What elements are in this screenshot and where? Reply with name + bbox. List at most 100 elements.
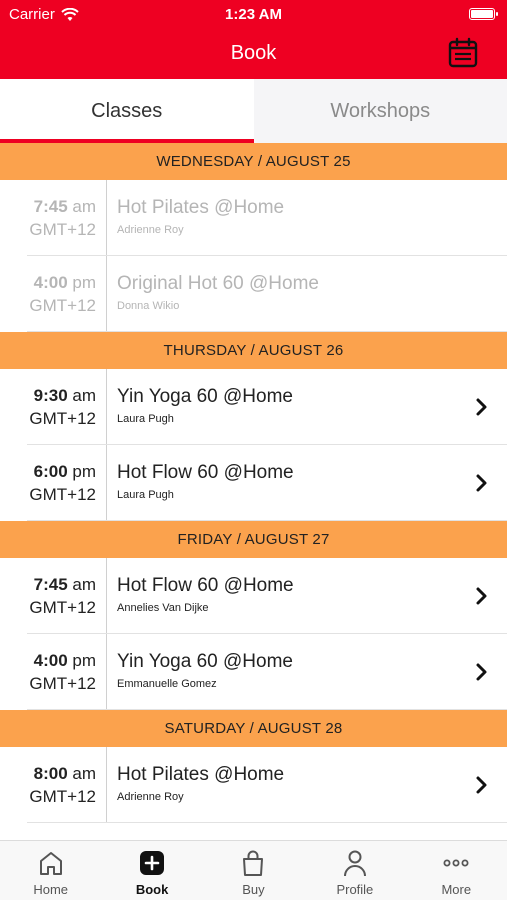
day-header: FRIDAY / AUGUST 27: [0, 521, 507, 558]
class-time-ampm: am: [67, 197, 96, 216]
class-teacher: Adrienne Roy: [117, 224, 184, 236]
class-time: 7:45 am: [0, 196, 96, 218]
class-time-ampm: am: [67, 386, 96, 405]
class-time-column: 6:00 pm GMT+12: [0, 445, 107, 521]
class-teacher: Laura Pugh: [117, 413, 174, 425]
class-timezone: GMT+12: [29, 296, 96, 315]
class-time-ampm: pm: [67, 651, 96, 670]
tabbar-book-label: Book: [135, 882, 169, 897]
class-time: 7:45 am: [0, 574, 96, 596]
chevron-right-icon[interactable]: [475, 473, 489, 493]
chevron-right-icon[interactable]: [475, 662, 489, 682]
plus-square-icon: [140, 851, 165, 875]
class-timezone: GMT+12: [29, 674, 96, 693]
class-time: 9:30 am: [0, 385, 96, 407]
shopping-bag-icon: [243, 850, 264, 876]
class-schedule-list[interactable]: WEDNESDAY / AUGUST 25 7:45 am GMT+12 Hot Pi…: [0, 143, 507, 840]
class-time-value: 9:30: [33, 386, 68, 405]
class-time-ampm: am: [67, 764, 96, 783]
class-row[interactable]: 4:00 pm GMT+12 Yin Yoga 60 @Home Emmanuelle…: [0, 634, 507, 710]
class-time-value: 7:45: [33, 575, 68, 594]
class-name: Original Hot 60 @Home: [117, 273, 319, 294]
tabbar-buy[interactable]: Buy: [203, 841, 304, 900]
class-name: Hot Pilates @Home: [117, 197, 285, 218]
class-teacher: Laura Pugh: [117, 489, 174, 501]
class-teacher: Emmanuelle Gomez: [117, 678, 217, 690]
class-time-value: 8:00: [33, 764, 68, 783]
battery-icon: [469, 8, 498, 20]
row-divider: [27, 709, 507, 710]
class-info: Original Hot 60 @Home Donna Wikio: [117, 272, 319, 315]
tabbar-profile[interactable]: Profile: [304, 841, 405, 900]
class-time-ampm: pm: [67, 462, 96, 481]
class-info: Hot Flow 60 @Home Annelies Van Dijke: [117, 574, 294, 617]
class-time-column: 7:45 am GMT+12: [0, 180, 107, 256]
class-teacher: Adrienne Roy: [117, 791, 184, 803]
class-time-column: 4:00 pm GMT+12: [0, 256, 107, 332]
class-row[interactable]: 7:45 am GMT+12 Hot Flow 60 @Home Annelies V…: [0, 558, 507, 634]
person-icon: [343, 850, 366, 877]
row-divider: [27, 822, 507, 823]
status-time: 1:23 AM: [225, 6, 282, 23]
class-name: Hot Flow 60 @Home: [117, 462, 294, 483]
class-name: Hot Pilates @Home: [117, 764, 285, 785]
day-header: WEDNESDAY / AUGUST 25: [0, 143, 507, 180]
tabbar-home[interactable]: Home: [0, 841, 101, 900]
class-time-value: 4:00: [33, 651, 68, 670]
tab-classes[interactable]: Classes: [0, 79, 254, 143]
tab-workshops[interactable]: Workshops: [254, 79, 507, 143]
chevron-right-icon[interactable]: [475, 586, 489, 606]
class-name: Hot Flow 60 @Home: [117, 575, 294, 596]
class-time-ampm: am: [67, 575, 96, 594]
status-bar: Carrier 1:23 AM: [0, 4, 507, 24]
chevron-right-icon[interactable]: [475, 775, 489, 795]
class-info: Hot Flow 60 @Home Laura Pugh: [117, 461, 294, 504]
class-row: 4:00 pm GMT+12 Original Hot 60 @Home Donna …: [0, 256, 507, 332]
class-time: 4:00 pm: [0, 272, 96, 294]
class-time: 8:00 am: [0, 763, 96, 785]
class-row[interactable]: 6:00 pm GMT+12 Hot Flow 60 @Home Laura Pugh: [0, 445, 507, 521]
class-time-column: 4:00 pm GMT+12: [0, 634, 107, 710]
class-timezone: GMT+12: [29, 485, 96, 504]
tabbar-book[interactable]: Book: [101, 841, 202, 900]
class-time-value: 6:00: [33, 462, 68, 481]
class-timezone: GMT+12: [29, 220, 96, 239]
class-row: 7:45 am GMT+12 Hot Pilates @Home Adrienne R…: [0, 180, 507, 256]
bottom-tab-bar: Home Book Buy Profile More: [0, 840, 507, 900]
top-bar: Carrier 1:23 AM Book: [0, 0, 507, 79]
class-time-value: 4:00: [33, 273, 68, 292]
row-divider: [27, 331, 507, 332]
segment-tabs: Classes Workshops: [0, 79, 507, 143]
tabbar-buy-label: Buy: [242, 882, 265, 897]
class-info: Hot Pilates @Home Adrienne Roy: [117, 196, 284, 239]
class-row[interactable]: 8:00 am GMT+12 Hot Pilates @Home Adrienne R…: [0, 747, 507, 823]
class-info: Hot Pilates @Home Adrienne Roy: [117, 763, 284, 806]
day-header: THURSDAY / AUGUST 26: [0, 332, 507, 369]
tabbar-home-label: Home: [33, 882, 69, 897]
class-info: Yin Yoga 60 @Home Emmanuelle Gomez: [117, 650, 293, 693]
class-name: Yin Yoga 60 @Home: [117, 386, 293, 407]
home-icon: [39, 852, 62, 875]
class-time-column: 9:30 am GMT+12: [0, 369, 107, 445]
class-teacher: Donna Wikio: [117, 300, 180, 312]
class-time-column: 8:00 am GMT+12: [0, 747, 107, 823]
tabbar-more[interactable]: More: [406, 841, 507, 900]
class-time: 4:00 pm: [0, 650, 96, 672]
class-name: Yin Yoga 60 @Home: [117, 651, 293, 672]
class-time-column: 7:45 am GMT+12: [0, 558, 107, 634]
chevron-right-icon[interactable]: [475, 397, 489, 417]
day-header: SATURDAY / AUGUST 28: [0, 710, 507, 747]
class-teacher: Annelies Van Dijke: [117, 602, 209, 614]
calendar-icon[interactable]: [447, 37, 479, 69]
class-row[interactable]: 9:30 am GMT+12 Yin Yoga 60 @Home Laura Pugh: [0, 369, 507, 445]
class-time-value: 7:45: [33, 197, 68, 216]
tabbar-profile-label: Profile: [336, 882, 374, 897]
row-divider: [27, 520, 507, 521]
class-timezone: GMT+12: [29, 409, 96, 428]
class-time-ampm: pm: [67, 273, 96, 292]
class-time: 6:00 pm: [0, 461, 96, 483]
more-dots-icon: [443, 859, 469, 867]
tabbar-more-label: More: [441, 882, 472, 897]
class-info: Yin Yoga 60 @Home Laura Pugh: [117, 385, 293, 428]
class-timezone: GMT+12: [29, 787, 96, 806]
